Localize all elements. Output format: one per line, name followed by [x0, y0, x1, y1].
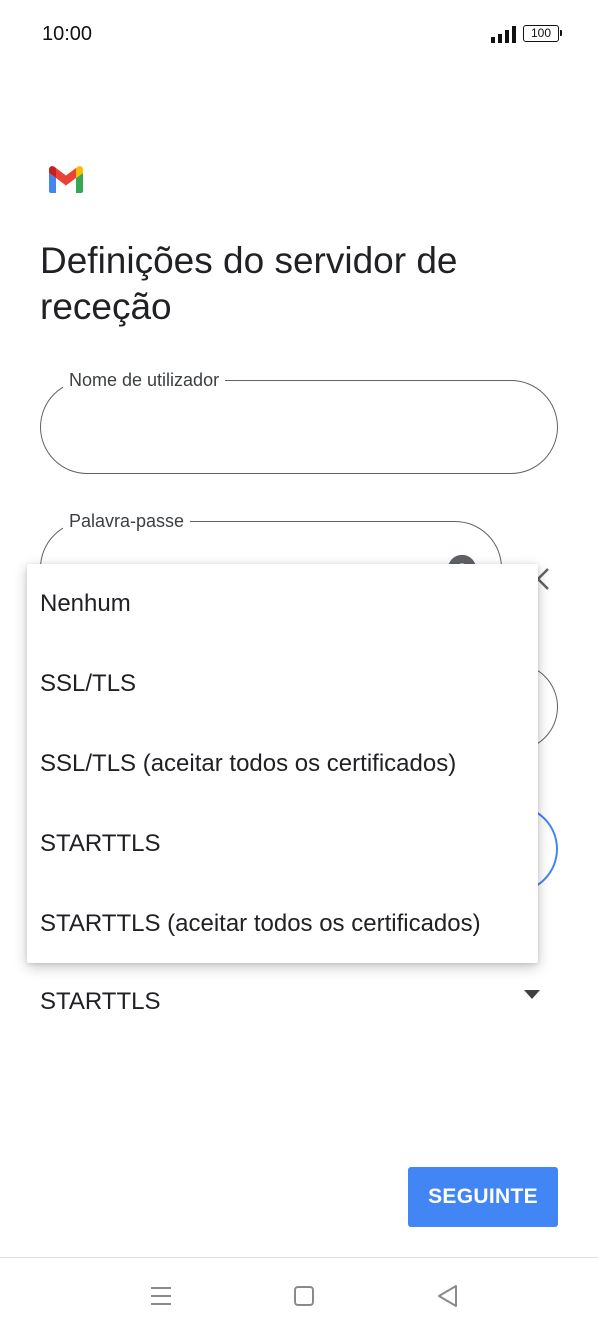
dropdown-option-ssl-tls[interactable]: SSL/TLS — [27, 644, 538, 724]
home-icon[interactable] — [286, 1278, 322, 1314]
battery-icon: 100 — [523, 25, 562, 42]
menu-icon[interactable] — [143, 1278, 179, 1314]
navigation-bar — [0, 1258, 598, 1330]
dropdown-option-starttls[interactable]: STARTTLS — [27, 804, 538, 884]
dropdown-option-starttls-accept-all[interactable]: STARTTLS (aceitar todos os certificados) — [27, 884, 538, 963]
signal-icon — [491, 26, 516, 43]
status-bar: 10:00 100 — [0, 0, 598, 70]
security-type-value: STARTTLS — [40, 988, 161, 1015]
arrow-drop-down-icon — [524, 990, 540, 999]
next-button[interactable]: SEGUINTE — [408, 1167, 558, 1227]
dropdown-option-ssl-tls-accept-all[interactable]: SSL/TLS (aceitar todos os certificados) — [27, 724, 538, 804]
security-type-dropdown: Nenhum SSL/TLS SSL/TLS (aceitar todos os… — [27, 564, 538, 963]
dropdown-option-nenhum[interactable]: Nenhum — [27, 564, 538, 644]
username-input[interactable] — [67, 409, 531, 447]
username-field[interactable]: Nome de utilizador — [40, 369, 558, 474]
gmail-logo-icon — [49, 166, 83, 193]
status-time: 10:00 — [42, 23, 93, 45]
password-label: Palavra-passe — [63, 510, 191, 532]
page-title: Definições do servidor de receção — [40, 240, 458, 327]
back-icon[interactable] — [430, 1278, 466, 1314]
username-label: Nome de utilizador — [63, 369, 226, 391]
security-type-spinner[interactable]: STARTTLS — [40, 980, 558, 1026]
